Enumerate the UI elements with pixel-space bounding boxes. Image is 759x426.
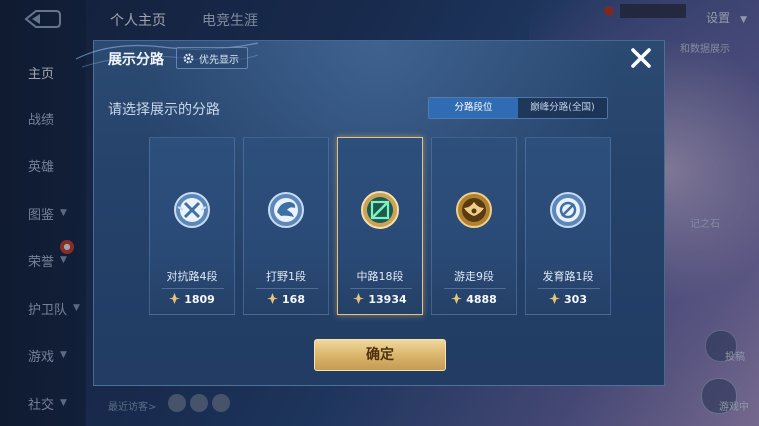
farm-lane-emblem-icon xyxy=(550,192,586,228)
lane-score-value: 13934 xyxy=(368,293,407,306)
clash-lane-emblem-icon xyxy=(174,192,210,228)
lane-rank-label: 打野1段 xyxy=(266,270,306,283)
lane-card-farm[interactable]: 发育路1段 303 xyxy=(525,137,611,315)
card-divider xyxy=(538,288,600,289)
card-divider xyxy=(256,288,318,289)
close-icon[interactable] xyxy=(628,45,654,71)
lane-score: 13934 xyxy=(338,293,422,306)
lane-score: 4888 xyxy=(432,293,516,306)
lane-card-clash[interactable]: 对抗路4段 1809 xyxy=(149,137,235,315)
lane-score-value: 303 xyxy=(564,293,587,306)
points-icon xyxy=(267,293,279,304)
points-icon xyxy=(549,293,561,304)
lane-type-tabs: 分路段位 巅峰分路(全国) xyxy=(428,97,608,119)
lane-card-list: 对抗路4段 1809 打野1段 168 中路18段 13934 游走9段 488… xyxy=(149,137,613,317)
lane-card-mid[interactable]: 中路18段 13934 xyxy=(337,137,423,315)
card-divider xyxy=(162,288,224,289)
lane-card-roam[interactable]: 游走9段 4888 xyxy=(431,137,517,315)
card-divider xyxy=(444,288,506,289)
lane-score-value: 4888 xyxy=(466,293,497,306)
lane-rank-label: 中路18段 xyxy=(356,270,404,283)
points-icon xyxy=(451,293,463,304)
priority-display-button[interactable]: 优先显示 xyxy=(176,47,248,69)
dialog-title: 展示分路 xyxy=(108,52,164,68)
lane-card-jungle[interactable]: 打野1段 168 xyxy=(243,137,329,315)
lane-score: 303 xyxy=(526,293,610,306)
gear-icon xyxy=(183,53,194,63)
jungle-emblem-icon xyxy=(268,192,304,228)
lane-rank-label: 游走9段 xyxy=(454,270,494,283)
tab-peak-lane-national[interactable]: 巅峰分路(全国) xyxy=(518,98,607,118)
confirm-button[interactable]: 确定 xyxy=(314,339,446,371)
priority-display-label: 优先显示 xyxy=(199,54,239,66)
lane-rank-label: 对抗路4段 xyxy=(166,270,218,283)
lane-score: 1809 xyxy=(150,293,234,306)
roam-emblem-icon xyxy=(456,192,492,228)
lane-rank-label: 发育路1段 xyxy=(542,270,594,283)
lane-display-dialog: 展示分路 优先显示 请选择展示的分路 分路段位 巅峰分路(全国) 对抗路4段 1… xyxy=(75,40,665,386)
select-lane-prompt: 请选择展示的分路 xyxy=(108,102,220,118)
tab-lane-rank[interactable]: 分路段位 xyxy=(429,98,518,118)
mid-lane-emblem-icon xyxy=(361,191,399,229)
points-icon xyxy=(169,293,181,304)
lane-score-value: 1809 xyxy=(184,293,215,306)
points-icon xyxy=(353,293,365,304)
lane-score: 168 xyxy=(244,293,328,306)
card-divider xyxy=(350,288,412,289)
lane-score-value: 168 xyxy=(282,293,305,306)
